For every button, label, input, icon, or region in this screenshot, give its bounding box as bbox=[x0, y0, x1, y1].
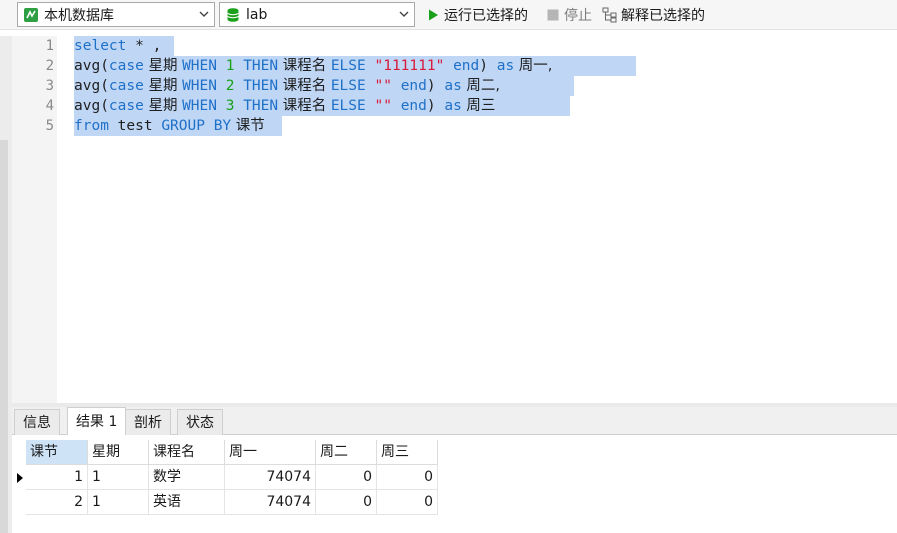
tab-status[interactable]: 状态 bbox=[177, 409, 223, 435]
left-panel-scroll[interactable] bbox=[0, 140, 8, 533]
tab-result-1[interactable]: 结果 1 bbox=[67, 407, 127, 435]
table-cell[interactable]: 0 bbox=[377, 465, 438, 490]
explain-selected-button[interactable]: 解释已选择的 bbox=[602, 4, 705, 26]
line-number: 3 bbox=[45, 78, 54, 94]
run-selected-button[interactable]: 运行已选择的 bbox=[425, 4, 528, 26]
chevron-down-icon bbox=[397, 7, 411, 21]
table-cell[interactable]: 0 bbox=[377, 490, 438, 515]
tab-profile[interactable]: 剖析 bbox=[125, 409, 171, 435]
connection-select[interactable]: 本机数据库 bbox=[17, 2, 215, 27]
column-header[interactable]: 课程名 bbox=[149, 440, 225, 465]
line-number-gutter: 1 2 3 4 5 bbox=[12, 36, 57, 404]
code-line: avg(case 星期 WHEN 2 THEN 课程名 ELSE "" end)… bbox=[74, 78, 501, 94]
current-row-icon bbox=[16, 465, 26, 490]
code-line: from test GROUP BY 课节 bbox=[74, 118, 265, 134]
column-header[interactable]: 课节 bbox=[26, 440, 88, 465]
database-select[interactable]: lab bbox=[219, 2, 415, 27]
explain-icon bbox=[602, 7, 618, 23]
database-label: lab bbox=[246, 6, 268, 23]
table-cell[interactable]: 0 bbox=[316, 465, 377, 490]
line-number: 5 bbox=[45, 118, 54, 134]
table-cell[interactable]: 74074 bbox=[225, 490, 316, 515]
toolbar: 本机数据库 lab 运行已选择的 停止 解释已选择的 bbox=[0, 0, 897, 30]
code-line: avg(case 星期 WHEN 3 THEN 课程名 ELSE "" end)… bbox=[74, 98, 496, 114]
table-cell[interactable]: 1 bbox=[88, 465, 149, 490]
table-cell[interactable]: 数学 bbox=[149, 465, 225, 490]
table-cell[interactable]: 0 bbox=[316, 490, 377, 515]
column-header[interactable]: 周三 bbox=[377, 440, 438, 465]
stop-icon bbox=[545, 7, 561, 23]
tab-info[interactable]: 信息 bbox=[14, 409, 60, 435]
result-tabs: 信息 结果 1 剖析 状态 bbox=[12, 407, 897, 435]
line-number: 2 bbox=[45, 58, 54, 74]
table-cell[interactable]: 1 bbox=[88, 490, 149, 515]
table-cell[interactable]: 1 bbox=[26, 465, 88, 490]
chevron-down-icon bbox=[197, 7, 211, 21]
sql-editor[interactable]: 1 2 3 4 5 select * , avg(case 星期 WHEN 1 … bbox=[12, 36, 897, 404]
column-header[interactable]: 周二 bbox=[316, 440, 377, 465]
table-cell[interactable]: 英语 bbox=[149, 490, 225, 515]
line-number: 4 bbox=[45, 98, 54, 114]
explain-selected-label: 解释已选择的 bbox=[621, 8, 705, 24]
column-header[interactable]: 周一 bbox=[225, 440, 316, 465]
connection-icon bbox=[22, 6, 40, 24]
column-header[interactable]: 星期 bbox=[88, 440, 149, 465]
database-icon bbox=[224, 6, 242, 24]
stop-label: 停止 bbox=[564, 8, 592, 24]
play-icon bbox=[425, 7, 441, 23]
code-line: select * , bbox=[74, 38, 162, 54]
line-number: 1 bbox=[45, 38, 54, 54]
table-cell[interactable]: 74074 bbox=[225, 465, 316, 490]
run-selected-label: 运行已选择的 bbox=[444, 8, 528, 24]
stop-button[interactable]: 停止 bbox=[545, 4, 592, 26]
code-line: avg(case 星期 WHEN 1 THEN 课程名 ELSE "111111… bbox=[74, 58, 553, 74]
connection-label: 本机数据库 bbox=[44, 7, 114, 24]
table-cell[interactable]: 2 bbox=[26, 490, 88, 515]
